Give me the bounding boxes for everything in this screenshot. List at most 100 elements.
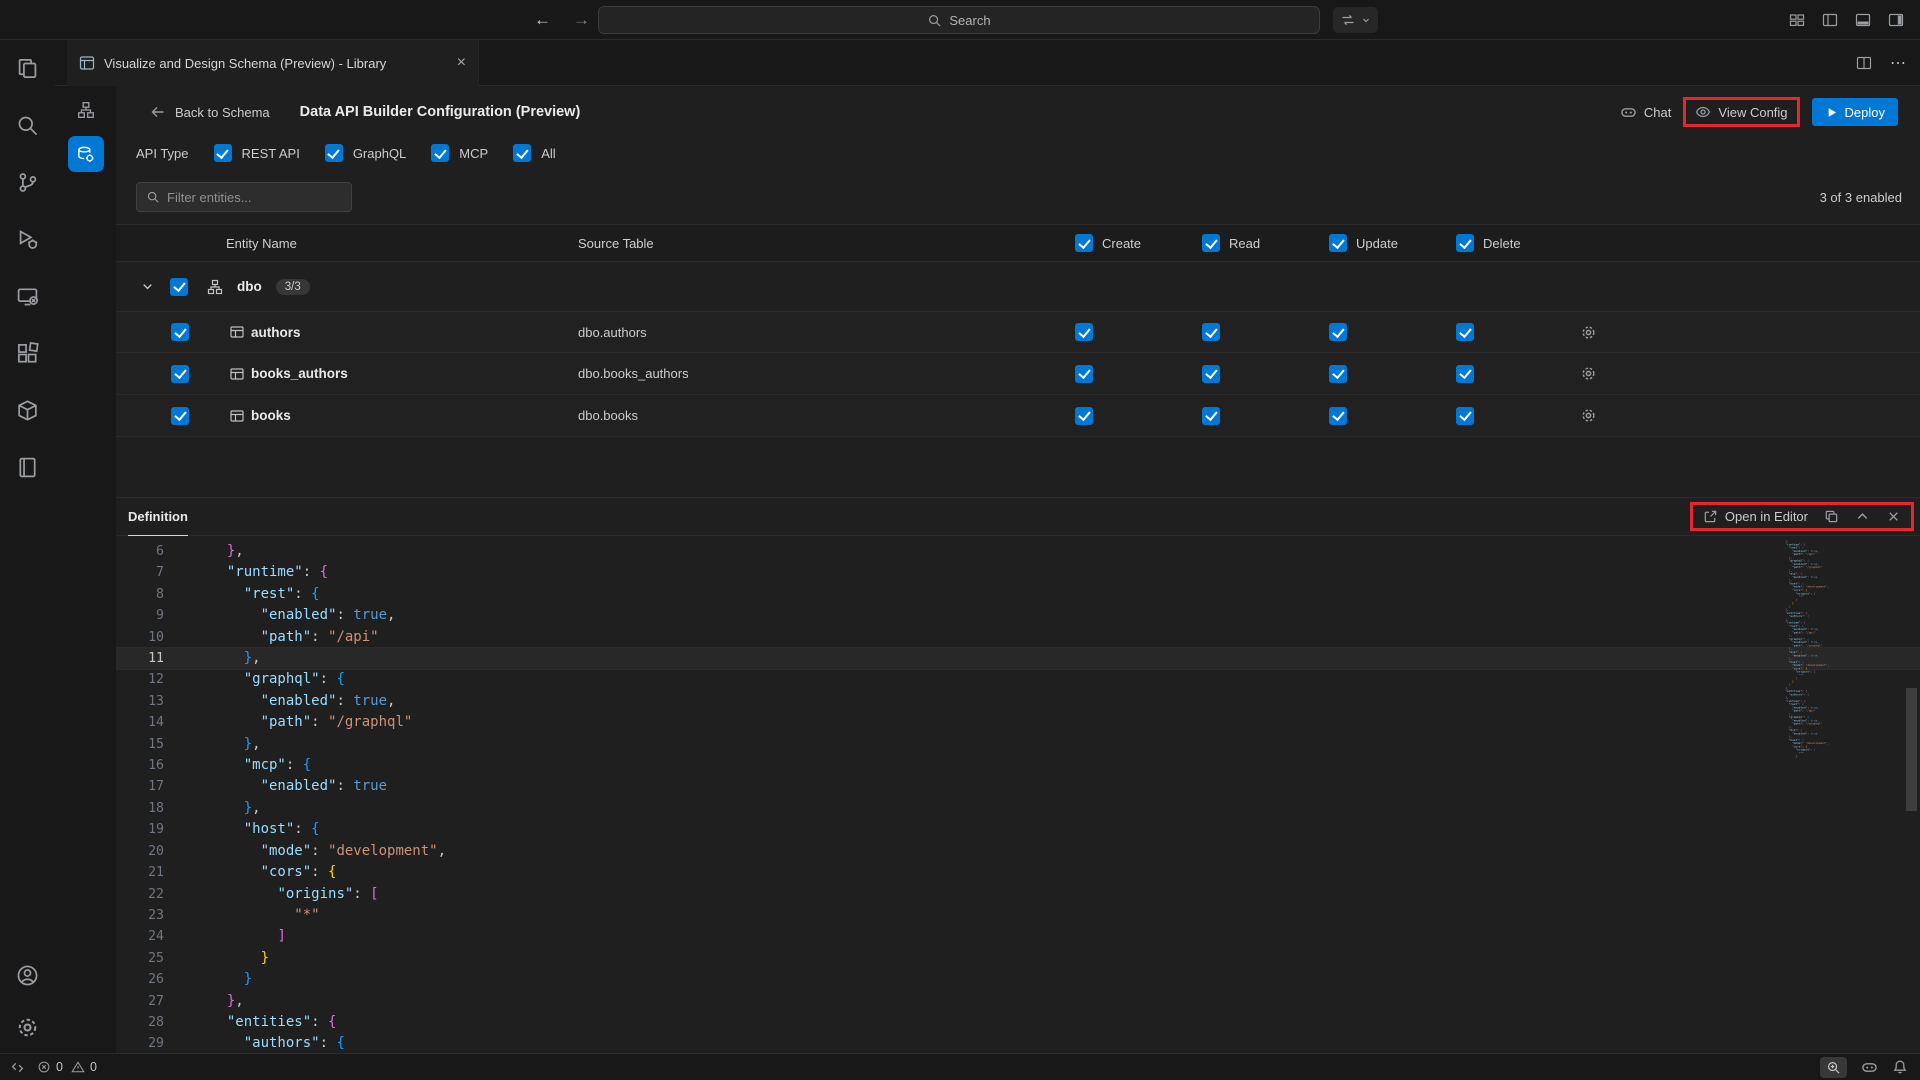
code-editor[interactable]: 6 },7 "runtime": {8 "rest": {9 "enabled"… [116, 536, 1920, 1053]
account-icon[interactable] [0, 949, 55, 1001]
tab-close-icon[interactable]: × [457, 55, 466, 71]
enabled-summary: 3 of 3 enabled [1820, 190, 1902, 205]
line-number: 9 [116, 605, 188, 626]
entity-table-header: Entity Name Source Table CreateReadUpdat… [116, 224, 1920, 262]
op-header-checkbox[interactable] [1456, 234, 1474, 252]
line-number: 23 [116, 905, 188, 926]
remote-explorer-icon[interactable] [0, 268, 55, 325]
extensions-icon[interactable] [0, 325, 55, 382]
line-number: 16 [116, 755, 188, 776]
op-checkbox[interactable] [1329, 365, 1347, 383]
code-line: 14 "path": "/graphql" [116, 712, 1920, 733]
copy-icon[interactable] [1824, 509, 1839, 524]
op-header-cell: Update [1322, 234, 1449, 252]
checkbox-icon[interactable] [431, 144, 449, 162]
search-sidebar-icon[interactable] [0, 97, 55, 154]
scrollbar-thumb[interactable] [1906, 688, 1917, 811]
explorer-icon[interactable] [0, 40, 55, 97]
row-settings-gear-icon[interactable] [1580, 407, 1597, 424]
more-actions-icon[interactable]: ⋯ [1890, 53, 1906, 73]
run-debug-icon[interactable] [0, 211, 55, 268]
open-in-editor-label: Open in Editor [1725, 509, 1808, 524]
minimap[interactable]: }, "runtime": { "rest": { "enabled": tru… [1782, 540, 1894, 758]
row-checkbox[interactable] [171, 407, 189, 425]
op-checkbox[interactable] [1329, 323, 1347, 341]
close-panel-icon[interactable] [1886, 509, 1901, 524]
split-editor-icon[interactable] [1856, 55, 1872, 71]
view-config-button[interactable]: View Config [1695, 104, 1787, 120]
toggle-sidebar-icon[interactable] [1822, 12, 1838, 28]
config-header: Back to Schema Data API Builder Configur… [116, 86, 1920, 132]
code-line: 28 "entities": { [116, 1012, 1920, 1033]
panel-tab-definition[interactable]: Definition [128, 498, 188, 536]
code-line: 21 "cors": { [116, 862, 1920, 883]
op-checkbox[interactable] [1202, 323, 1220, 341]
chevron-down-icon[interactable] [140, 279, 155, 294]
code-line: 6 }, [116, 541, 1920, 562]
settings-gear-icon[interactable] [0, 1001, 55, 1053]
api-type-option[interactable]: MCP [431, 144, 488, 162]
remote-indicator-icon[interactable] [10, 1060, 25, 1075]
checkbox-icon[interactable] [214, 144, 232, 162]
schema-group-row[interactable]: dbo 3/3 [116, 262, 1920, 311]
status-left: 0 0 [10, 1060, 97, 1075]
editor-actions: ⋯ [1856, 40, 1906, 86]
row-settings-gear-icon[interactable] [1580, 324, 1597, 341]
op-header-checkbox[interactable] [1202, 234, 1220, 252]
op-header-checkbox[interactable] [1329, 234, 1347, 252]
op-header-checkbox[interactable] [1075, 234, 1093, 252]
forward-arrow-icon[interactable]: → [573, 10, 590, 30]
api-type-option[interactable]: All [513, 144, 555, 162]
nav-arrows: ← → [534, 0, 590, 40]
op-checkbox[interactable] [1329, 407, 1347, 425]
group-checkbox[interactable] [170, 278, 188, 296]
problems-indicator[interactable]: 0 0 [37, 1060, 97, 1074]
chat-button[interactable]: Chat [1620, 104, 1671, 121]
back-to-schema-button[interactable]: Back to Schema [150, 104, 270, 120]
row-settings-gear-icon[interactable] [1580, 365, 1597, 382]
schema-view-icon[interactable] [67, 94, 105, 126]
filter-entities-input[interactable] [167, 190, 342, 205]
command-center-search[interactable]: Search [598, 6, 1320, 34]
line-number: 27 [116, 991, 188, 1012]
row-checkbox[interactable] [171, 365, 189, 383]
row-checkbox[interactable] [171, 323, 189, 341]
editor-scrollbar[interactable] [1906, 536, 1917, 1053]
op-checkbox[interactable] [1456, 407, 1474, 425]
source-control-icon[interactable] [0, 154, 55, 211]
api-type-option[interactable]: GraphQL [325, 144, 406, 162]
op-checkbox[interactable] [1075, 407, 1093, 425]
database-cube-icon[interactable] [0, 382, 55, 439]
code-line: 8 "rest": { [116, 584, 1920, 605]
op-checkbox[interactable] [1202, 407, 1220, 425]
zoom-in-icon[interactable] [1820, 1057, 1847, 1078]
op-checkbox[interactable] [1075, 365, 1093, 383]
tab-visualize-schema[interactable]: Visualize and Design Schema (Preview) - … [67, 40, 479, 86]
api-type-option-label: All [541, 146, 555, 161]
view-config-label: View Config [1718, 105, 1787, 120]
op-checkbox[interactable] [1456, 365, 1474, 383]
api-builder-view-icon[interactable] [68, 136, 104, 172]
toggle-panel-icon[interactable] [1855, 12, 1871, 28]
database-project-icon[interactable] [0, 439, 55, 496]
back-arrow-icon[interactable]: ← [534, 10, 551, 30]
op-checkbox[interactable] [1456, 323, 1474, 341]
op-header-label: Update [1356, 236, 1398, 251]
op-checkbox[interactable] [1202, 365, 1220, 383]
open-in-editor-button[interactable]: Open in Editor [1703, 509, 1808, 524]
code-line: 12 "graphql": { [116, 669, 1920, 690]
table-row: authorsdbo.authors [116, 311, 1920, 353]
filter-box [136, 182, 352, 212]
op-checkbox[interactable] [1075, 323, 1093, 341]
api-type-option[interactable]: REST API [214, 144, 300, 162]
checkbox-icon[interactable] [325, 144, 343, 162]
copilot-status-icon[interactable] [1861, 1059, 1878, 1076]
customize-layout-icon[interactable] [1789, 12, 1805, 28]
schema-icon [207, 279, 223, 295]
checkbox-icon[interactable] [513, 144, 531, 162]
notifications-bell-icon[interactable] [1892, 1059, 1908, 1075]
deploy-button[interactable]: Deploy [1812, 98, 1898, 126]
layout-control-button[interactable] [1333, 7, 1378, 33]
collapse-chevron-up-icon[interactable] [1855, 509, 1870, 524]
toggle-secondary-sidebar-icon[interactable] [1888, 12, 1904, 28]
